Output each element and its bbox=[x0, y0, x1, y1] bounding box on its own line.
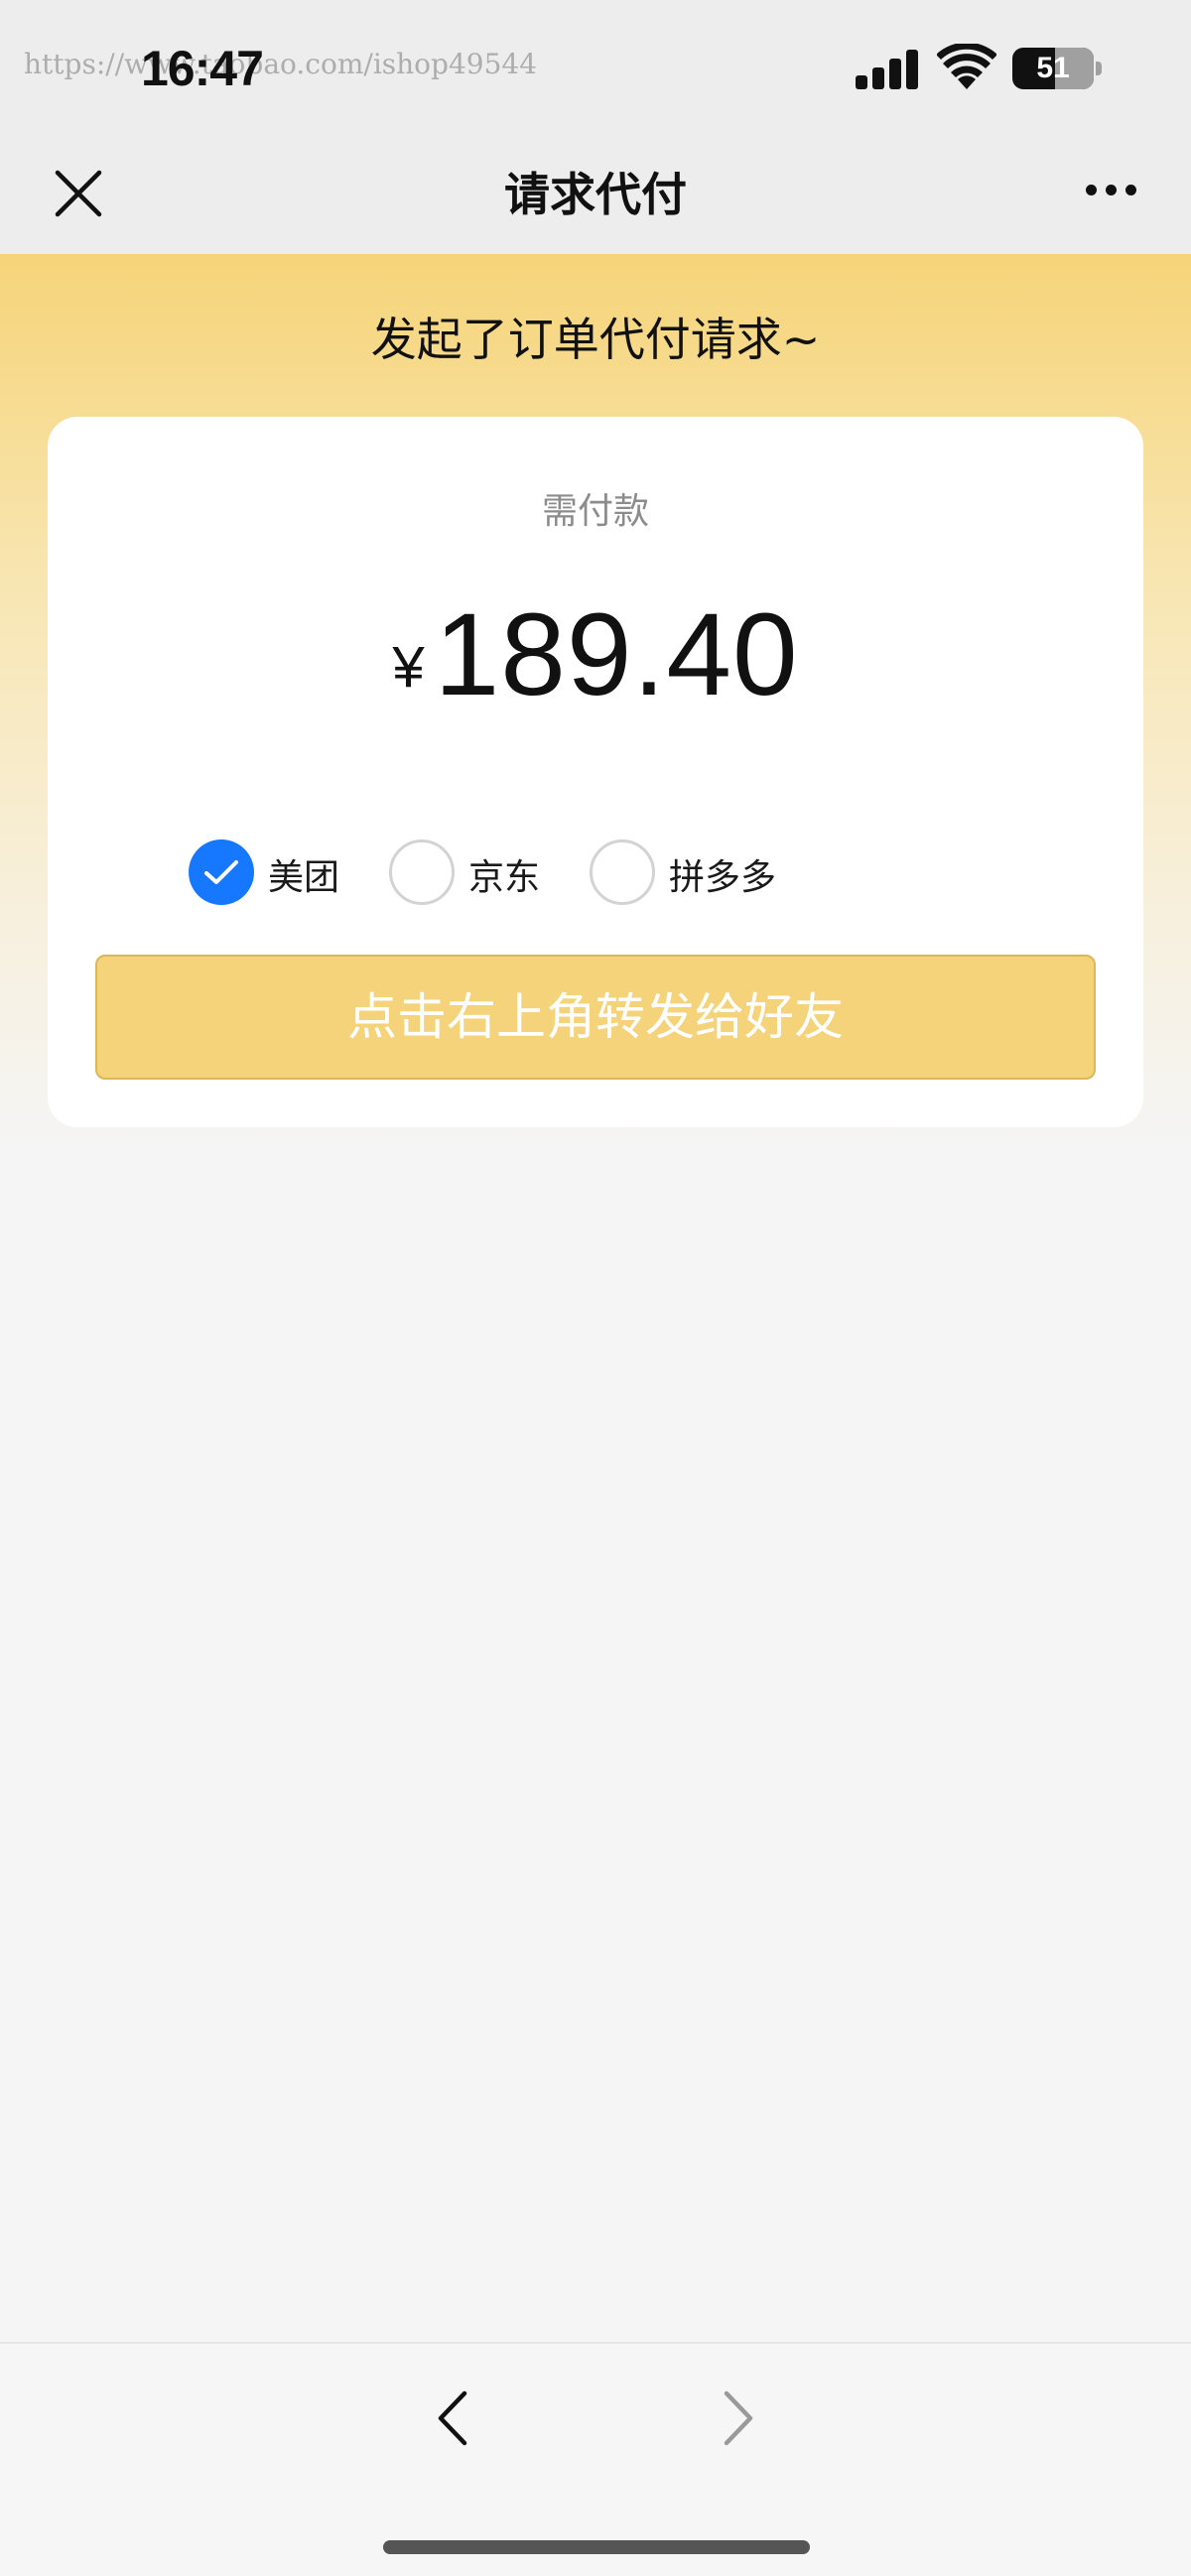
platform-label: 拼多多 bbox=[669, 857, 777, 898]
home-indicator[interactable] bbox=[383, 2540, 810, 2554]
status-time: 16:47 bbox=[141, 41, 264, 96]
amount-row: ¥189.40 bbox=[48, 587, 1143, 722]
platform-option-pinduoduo[interactable]: 拼多多 bbox=[590, 837, 788, 907]
platform-label: 京东 bbox=[468, 857, 541, 898]
platform-label: 美团 bbox=[268, 857, 340, 898]
battery-level: 51 bbox=[1036, 52, 1070, 84]
battery-tip bbox=[1096, 62, 1102, 75]
share-to-friend-button[interactable]: 点击右上角转发给好友 bbox=[95, 955, 1096, 1080]
radio-unchecked-icon[interactable] bbox=[590, 839, 655, 905]
pay-label: 需付款 bbox=[541, 491, 649, 532]
radio-checked-icon[interactable] bbox=[189, 839, 254, 905]
wifi-icon bbox=[936, 42, 997, 91]
chevron-right-icon[interactable] bbox=[713, 2383, 762, 2453]
watermark-text: https://www.taobao.com/ishop49544 bbox=[24, 48, 538, 80]
more-icon[interactable] bbox=[1084, 179, 1139, 202]
page: https://www.taobao.com/ishop49544 16:47 … bbox=[0, 0, 1191, 2576]
signal-icon bbox=[856, 48, 919, 89]
bottom-toolbar bbox=[0, 2344, 1191, 2576]
platform-option-meituan[interactable]: 美团 bbox=[189, 837, 347, 907]
chevron-left-icon[interactable] bbox=[429, 2383, 478, 2453]
amount-value: 189.40 bbox=[434, 589, 799, 720]
battery-icon: 51 bbox=[1012, 48, 1094, 89]
radio-unchecked-icon[interactable] bbox=[389, 839, 455, 905]
payment-card: 需付款 ¥189.40 美团 京东 拼多多 点击右上角转发给好友 bbox=[48, 417, 1143, 1127]
top-bar: https://www.taobao.com/ishop49544 16:47 … bbox=[0, 0, 1191, 254]
page-title: 请求代付 bbox=[504, 168, 687, 221]
platform-option-jd[interactable]: 京东 bbox=[389, 837, 548, 907]
currency-symbol: ¥ bbox=[392, 635, 425, 700]
banner-text: 发起了订单代付请求~ bbox=[370, 313, 821, 366]
